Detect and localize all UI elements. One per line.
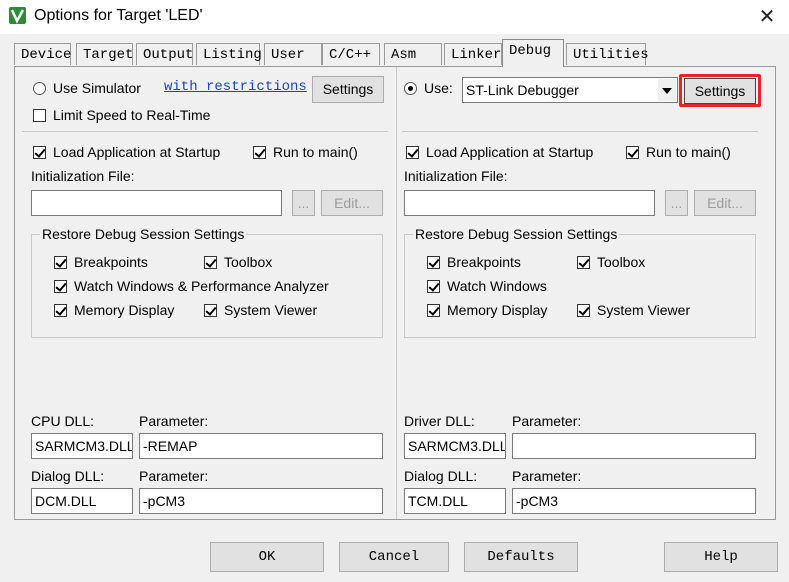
left-memory-checkbox[interactable] <box>54 304 67 317</box>
chevron-down-icon[interactable] <box>658 79 676 101</box>
limit-speed-label: Limit Speed to Real-Time <box>53 107 211 123</box>
right-watch-checkbox[interactable] <box>427 280 440 293</box>
left-watch-checkbox[interactable] <box>54 280 67 293</box>
driver-dll-field[interactable]: SARMCM3.DLL <box>404 433 506 459</box>
right-dialog-dll-field[interactable]: TCM.DLL <box>404 488 506 514</box>
left-restore-group-title: Restore Debug Session Settings <box>40 226 247 242</box>
debugger-select[interactable]: ST-Link Debugger <box>462 77 678 103</box>
cpu-param-label: Parameter: <box>139 413 209 429</box>
left-watch-label: Watch Windows & Performance Analyzer <box>74 278 329 294</box>
left-system-viewer-checkbox[interactable] <box>204 304 217 317</box>
driver-param-label: Parameter: <box>512 413 582 429</box>
cpu-param-field[interactable]: -REMAP <box>139 433 383 459</box>
left-init-file-input[interactable] <box>31 190 282 216</box>
left-breakpoints-checkbox[interactable] <box>54 256 67 269</box>
use-simulator-radio[interactable] <box>33 82 46 95</box>
right-load-app-label: Load Application at Startup <box>426 144 594 160</box>
with-restrictions-link[interactable]: with restrictions <box>164 79 307 95</box>
right-dialog-param-field[interactable]: -pCM3 <box>512 488 756 514</box>
ok-button[interactable]: OK <box>210 542 324 572</box>
right-run-to-main-checkbox[interactable] <box>626 146 639 159</box>
cancel-button[interactable]: Cancel <box>339 542 449 572</box>
use-simulator-label: Use Simulator <box>53 80 141 96</box>
use-debugger-label: Use: <box>424 80 453 96</box>
left-toolbox-checkbox[interactable] <box>204 256 217 269</box>
left-memory-label: Memory Display <box>74 302 175 318</box>
right-memory-label: Memory Display <box>447 302 548 318</box>
right-breakpoints-label: Breakpoints <box>447 254 521 270</box>
left-load-app-label: Load Application at Startup <box>53 144 221 160</box>
left-system-viewer-label: System Viewer <box>224 302 318 318</box>
help-button[interactable]: Help <box>664 542 778 572</box>
driver-param-field[interactable] <box>512 433 756 459</box>
left-toolbox-label: Toolbox <box>224 254 273 270</box>
driver-dll-label: Driver DLL: <box>404 413 475 429</box>
use-debugger-radio[interactable] <box>404 82 417 95</box>
left-dialog-param-label: Parameter: <box>139 468 209 484</box>
left-init-file-edit-button[interactable]: Edit... <box>321 190 383 216</box>
right-dialog-param-label: Parameter: <box>512 468 582 484</box>
settings-highlight-box <box>679 74 761 107</box>
right-dialog-dll-label: Dialog DLL: <box>404 468 478 484</box>
right-system-viewer-label: System Viewer <box>597 302 691 318</box>
left-breakpoints-label: Breakpoints <box>74 254 148 270</box>
right-run-to-main-label: Run to main() <box>646 144 731 160</box>
right-memory-checkbox[interactable] <box>427 304 440 317</box>
right-init-file-browse-button[interactable]: ... <box>665 190 688 216</box>
left-init-file-browse-button[interactable]: ... <box>292 190 315 216</box>
right-load-app-checkbox[interactable] <box>406 146 419 159</box>
right-restore-group-title: Restore Debug Session Settings <box>413 226 620 242</box>
left-dialog-dll-label: Dialog DLL: <box>31 468 105 484</box>
left-run-to-main-label: Run to main() <box>273 144 358 160</box>
left-dialog-dll-field[interactable]: DCM.DLL <box>31 488 133 514</box>
right-watch-label: Watch Windows <box>447 278 547 294</box>
right-toolbox-checkbox[interactable] <box>577 256 590 269</box>
simulator-settings-button[interactable]: Settings <box>312 76 384 103</box>
cpu-dll-label: CPU DLL: <box>31 413 95 429</box>
left-run-to-main-checkbox[interactable] <box>253 146 266 159</box>
left-load-app-checkbox[interactable] <box>33 146 46 159</box>
left-dialog-param-field[interactable]: -pCM3 <box>139 488 383 514</box>
right-separator <box>402 131 758 132</box>
defaults-button[interactable]: Defaults <box>464 542 578 572</box>
right-breakpoints-checkbox[interactable] <box>427 256 440 269</box>
right-system-viewer-checkbox[interactable] <box>577 304 590 317</box>
right-init-file-input[interactable] <box>404 190 655 216</box>
limit-speed-checkbox[interactable] <box>33 109 46 122</box>
left-init-file-label: Initialization File: <box>31 168 135 184</box>
left-separator <box>22 131 388 132</box>
right-init-file-label: Initialization File: <box>404 168 508 184</box>
right-init-file-edit-button[interactable]: Edit... <box>694 190 756 216</box>
right-toolbox-label: Toolbox <box>597 254 646 270</box>
cpu-dll-field[interactable]: SARMCM3.DLL <box>31 433 133 459</box>
